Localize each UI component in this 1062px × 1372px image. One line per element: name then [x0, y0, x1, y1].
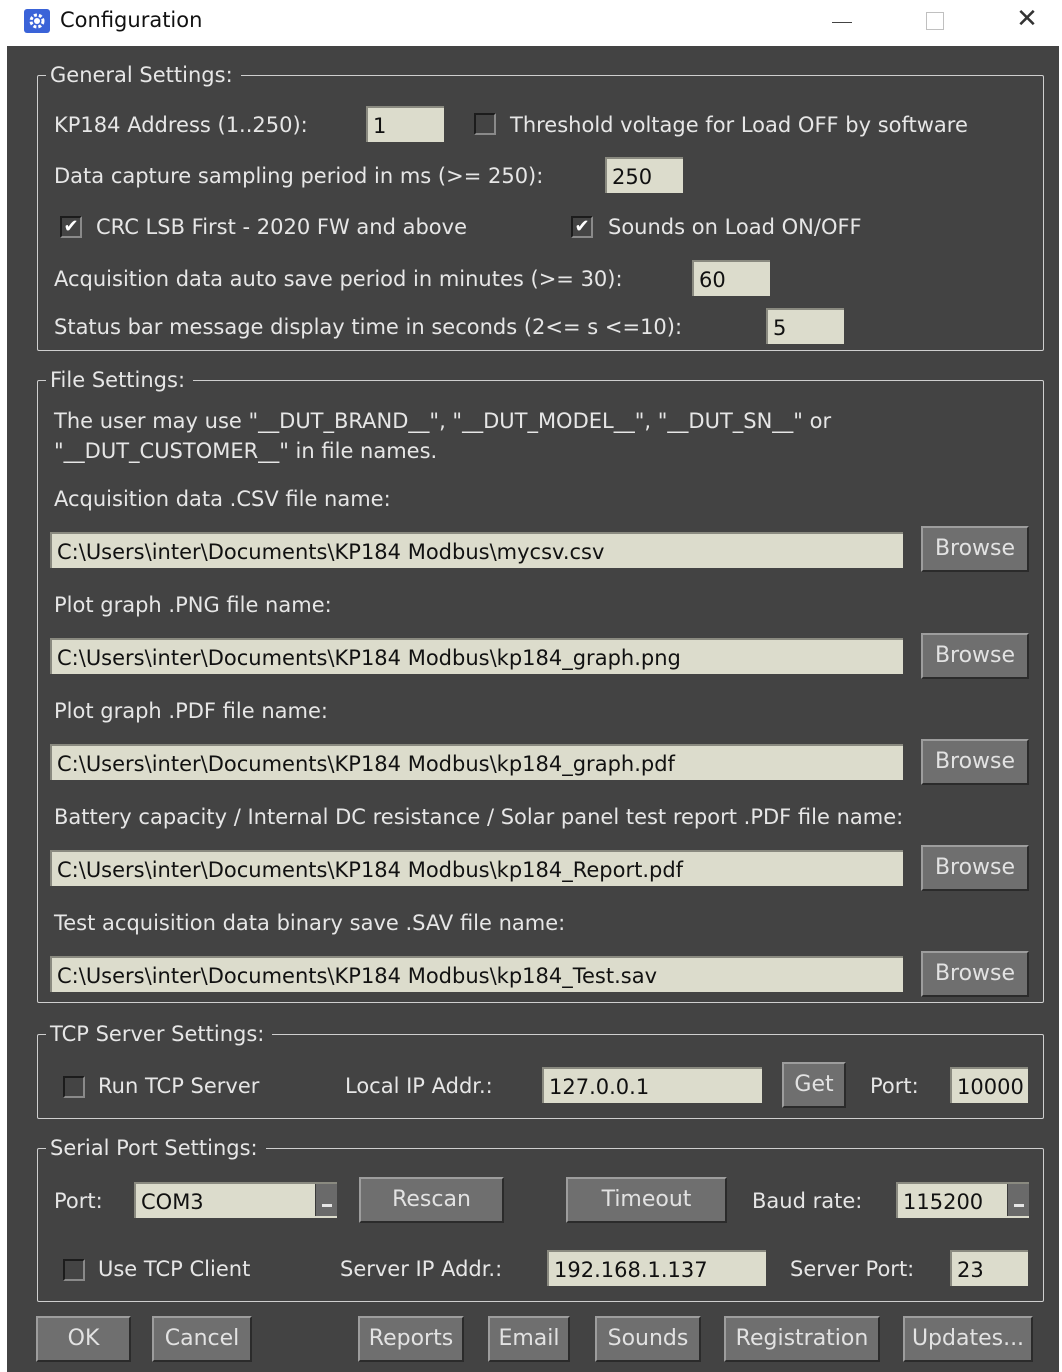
kp184-address-label: KP184 Address (1..250): — [54, 113, 308, 137]
rescan-button[interactable]: Rescan — [359, 1177, 504, 1223]
status-display-input[interactable]: 5 — [766, 308, 844, 344]
baud-rate-label: Baud rate: — [752, 1189, 863, 1213]
sounds-button[interactable]: Sounds — [595, 1316, 701, 1362]
chevron-down-icon[interactable] — [315, 1184, 337, 1216]
crc-lsb-first-checkbox[interactable]: ✔ — [60, 216, 82, 238]
sav-browse-button[interactable]: Browse — [921, 951, 1029, 997]
sounds-check-mark: ✔ — [574, 216, 590, 237]
dialog-client-area: General Settings: KP184 Address (1..250)… — [7, 46, 1059, 1372]
window-title: Configuration — [60, 8, 203, 32]
autosave-period-label: Acquisition data auto save period in min… — [54, 267, 623, 291]
server-ip-input[interactable]: 192.168.1.137 — [547, 1250, 766, 1286]
png-browse-button[interactable]: Browse — [921, 633, 1029, 679]
get-ip-button[interactable]: Get — [782, 1062, 846, 1108]
local-ip-label: Local IP Addr.: — [345, 1074, 493, 1098]
pdf-browse-button[interactable]: Browse — [921, 739, 1029, 785]
run-tcp-server-checkbox[interactable] — [63, 1076, 85, 1098]
sounds-load-label: Sounds on Load ON/OFF — [608, 215, 862, 239]
baud-rate-value: 115200 — [903, 1190, 984, 1214]
threshold-voltage-checkbox[interactable] — [474, 113, 496, 135]
sampling-period-label: Data capture sampling period in ms (>= 2… — [54, 164, 544, 188]
sav-file-label: Test acquisition data binary save .SAV f… — [54, 911, 566, 935]
file-names-note-line2: "__DUT_CUSTOMER__" in file names. — [54, 439, 438, 463]
pdf-file-input[interactable]: C:\Users\inter\Documents\KP184 Modbus\kp… — [50, 744, 903, 780]
general-settings-title: General Settings: — [46, 62, 241, 88]
server-port-label: Server Port: — [790, 1257, 915, 1281]
tcp-port-input[interactable]: 10000 — [950, 1067, 1028, 1103]
email-button[interactable]: Email — [488, 1316, 570, 1362]
title-bar: Configuration ✕ — [0, 0, 1062, 44]
baud-rate-select[interactable]: 115200 — [896, 1182, 1029, 1218]
sav-file-input[interactable]: C:\Users\inter\Documents\KP184 Modbus\kp… — [50, 956, 903, 992]
crc-lsb-first-label: CRC LSB First - 2020 FW and above — [96, 215, 467, 239]
gear-icon — [24, 9, 50, 33]
tcp-port-label: Port: — [870, 1074, 919, 1098]
updates-button[interactable]: Updates... — [903, 1316, 1033, 1362]
sampling-period-input[interactable]: 250 — [605, 157, 683, 193]
ok-button[interactable]: OK — [36, 1316, 131, 1362]
report-file-label: Battery capacity / Internal DC resistanc… — [54, 805, 904, 829]
close-icon[interactable]: ✕ — [1010, 4, 1044, 38]
serial-port-value: COM3 — [141, 1190, 204, 1214]
serial-port-select[interactable]: COM3 — [134, 1182, 337, 1218]
crc-check-mark: ✔ — [63, 216, 79, 237]
threshold-voltage-label: Threshold voltage for Load OFF by softwa… — [510, 113, 968, 137]
report-browse-button[interactable]: Browse — [921, 845, 1029, 891]
cancel-button[interactable]: Cancel — [152, 1316, 252, 1362]
pdf-file-label: Plot graph .PDF file name: — [54, 699, 328, 723]
report-file-input[interactable]: C:\Users\inter\Documents\KP184 Modbus\kp… — [50, 850, 903, 886]
registration-button[interactable]: Registration — [724, 1316, 880, 1362]
status-display-label: Status bar message display time in secon… — [54, 315, 683, 339]
maximize-icon[interactable] — [918, 4, 948, 38]
autosave-period-input[interactable]: 60 — [692, 260, 770, 296]
tcp-server-title: TCP Server Settings: — [46, 1021, 273, 1047]
file-names-note-line1: The user may use "__DUT_BRAND__", "__DUT… — [54, 409, 832, 433]
use-tcp-client-checkbox[interactable] — [63, 1259, 85, 1281]
server-ip-label: Server IP Addr.: — [340, 1257, 503, 1281]
run-tcp-server-label: Run TCP Server — [98, 1074, 260, 1098]
serial-port-label: Port: — [54, 1189, 103, 1213]
csv-file-input[interactable]: C:\Users\inter\Documents\KP184 Modbus\my… — [50, 532, 903, 568]
png-file-input[interactable]: C:\Users\inter\Documents\KP184 Modbus\kp… — [50, 638, 903, 674]
reports-button[interactable]: Reports — [358, 1316, 464, 1362]
csv-browse-button[interactable]: Browse — [921, 526, 1029, 572]
server-port-input[interactable]: 23 — [950, 1250, 1028, 1286]
kp184-address-input[interactable]: 1 — [366, 106, 444, 142]
use-tcp-client-label: Use TCP Client — [98, 1257, 251, 1281]
csv-file-label: Acquisition data .CSV file name: — [54, 487, 391, 511]
local-ip-input[interactable]: 127.0.0.1 — [542, 1067, 762, 1103]
sounds-load-checkbox[interactable]: ✔ — [571, 216, 593, 238]
minimize-icon[interactable] — [828, 4, 858, 38]
png-file-label: Plot graph .PNG file name: — [54, 593, 332, 617]
file-settings-title: File Settings: — [46, 367, 194, 393]
serial-port-title: Serial Port Settings: — [46, 1135, 266, 1161]
chevron-down-icon[interactable] — [1007, 1184, 1029, 1216]
timeout-button[interactable]: Timeout — [566, 1177, 727, 1223]
